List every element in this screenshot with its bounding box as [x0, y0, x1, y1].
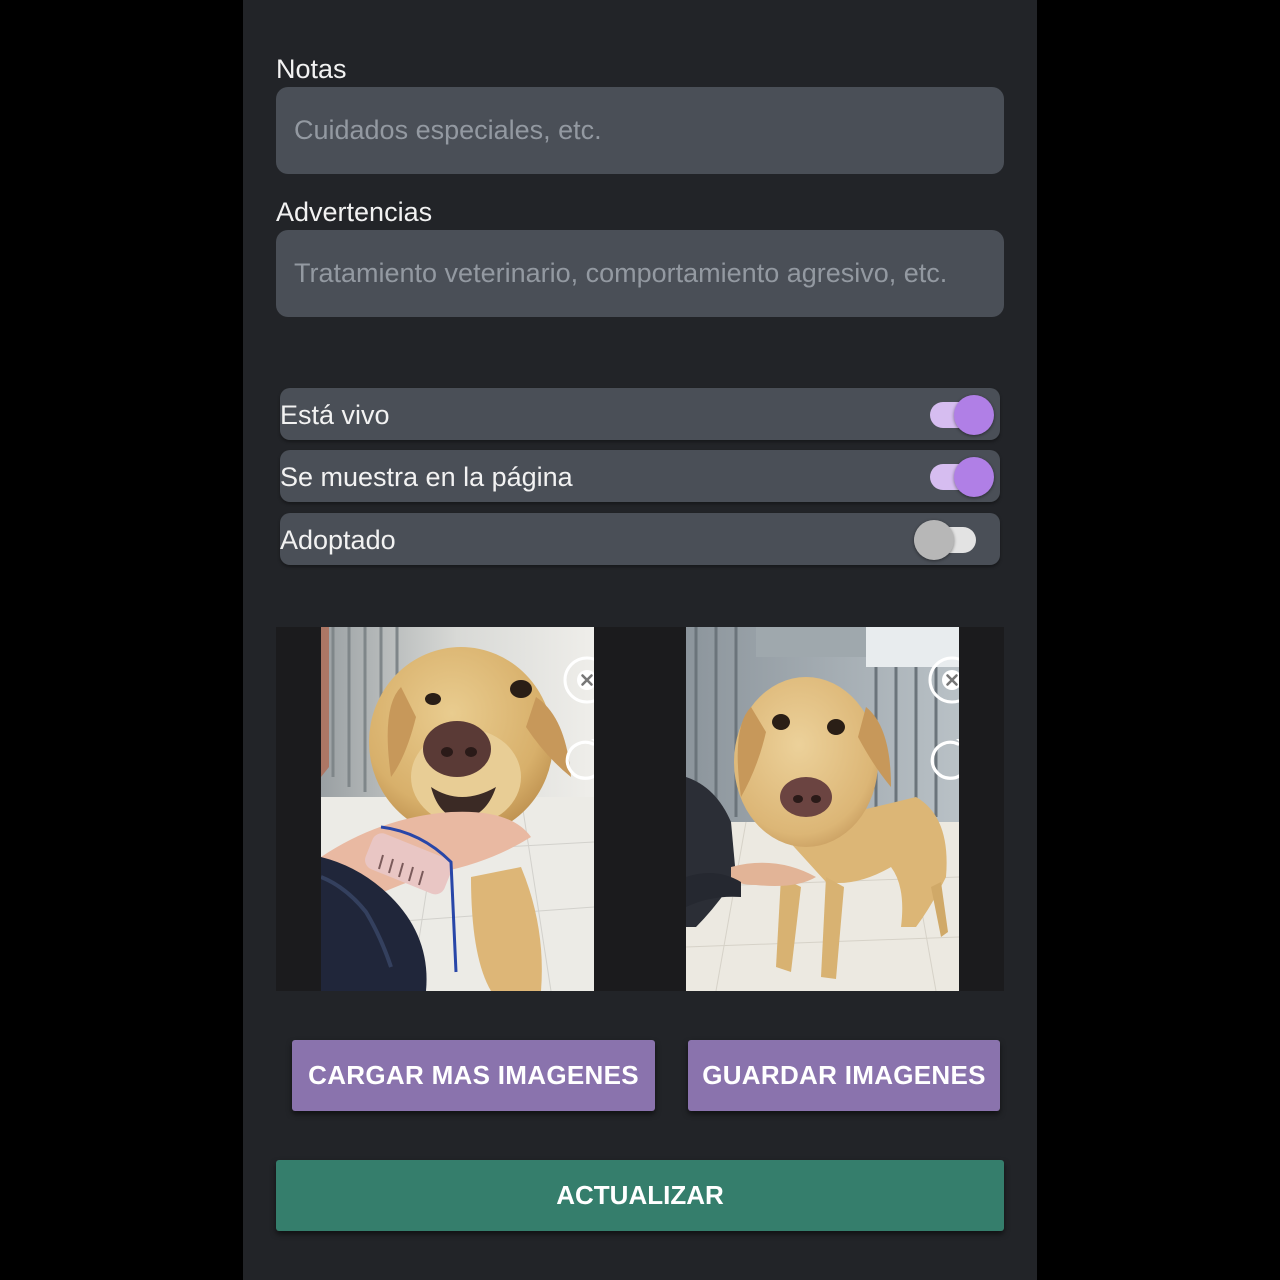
image-gallery: [276, 627, 1004, 991]
alive-switch[interactable]: [930, 388, 1000, 440]
dog-photo-icon: [686, 627, 959, 991]
rotate-icon[interactable]: [563, 737, 594, 785]
dog-photo-icon: [321, 627, 594, 991]
warnings-label: Advertencias: [276, 197, 433, 227]
load-more-images-button[interactable]: CARGAR MAS IMAGENES: [292, 1040, 655, 1111]
adopted-label: Adoptado: [280, 525, 396, 555]
notes-input[interactable]: [292, 114, 1004, 147]
alive-label: Está vivo: [280, 400, 390, 430]
rotate-icon[interactable]: [928, 737, 959, 785]
dog-photo-2: [686, 627, 959, 991]
dog-photo-1: [321, 627, 594, 991]
switch-thumb[interactable]: [914, 520, 954, 560]
adopted-switch[interactable]: [914, 513, 984, 565]
switch-thumb[interactable]: [954, 457, 994, 497]
notes-label: Notas: [276, 54, 347, 84]
toggle-row-adopted[interactable]: Adoptado: [280, 513, 1000, 565]
warnings-field[interactable]: [276, 230, 1004, 317]
toggle-row-shown[interactable]: Se muestra en la página: [280, 450, 1000, 502]
save-images-button[interactable]: GUARDAR IMAGENES: [688, 1040, 1000, 1111]
notes-field[interactable]: [276, 87, 1004, 174]
update-button[interactable]: ACTUALIZAR: [276, 1160, 1004, 1231]
switch-thumb[interactable]: [954, 395, 994, 435]
remove-icon[interactable]: [928, 656, 959, 704]
shown-switch[interactable]: [930, 450, 1000, 502]
shown-label: Se muestra en la página: [280, 462, 573, 492]
warnings-input[interactable]: [292, 257, 1004, 290]
toggle-row-alive[interactable]: Está vivo: [280, 388, 1000, 440]
remove-icon[interactable]: [563, 656, 594, 704]
